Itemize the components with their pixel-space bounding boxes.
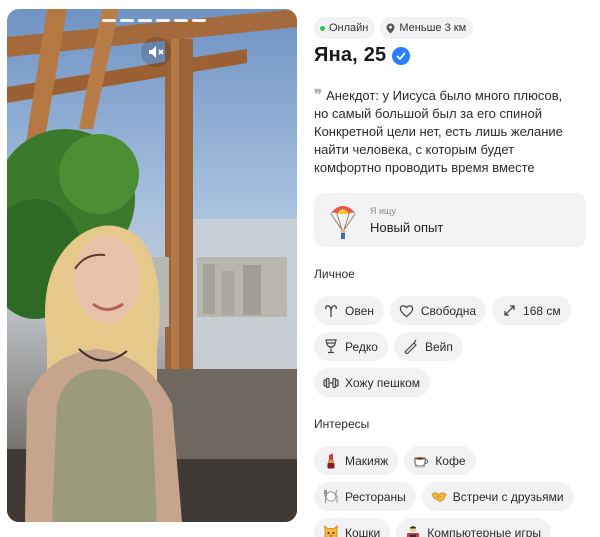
chip-label: Встречи с друзьями: [452, 489, 564, 504]
chip-label: Рестораны: [345, 489, 406, 504]
parachute-icon: [330, 206, 356, 239]
heart-icon: [399, 303, 415, 319]
bio-line: комфортно проводить время вместе: [314, 160, 535, 175]
name-row: Яна, 25: [314, 44, 411, 67]
chip-label: Хожу пешком: [345, 375, 421, 390]
profile-photo[interactable]: [7, 9, 297, 522]
wine-glass-icon: [323, 339, 339, 355]
chip-interest-friends[interactable]: Встречи с друзьями: [421, 482, 574, 511]
chip-sport[interactable]: Хожу пешком: [314, 368, 431, 397]
chip-label: 168 см: [523, 303, 561, 318]
online-label: Онлайн: [329, 22, 369, 34]
vape-icon: [403, 339, 419, 355]
chip-interest-makeup[interactable]: Макияж: [314, 446, 399, 475]
chip-alcohol[interactable]: Редко: [314, 332, 388, 361]
gamer-icon: [405, 525, 421, 537]
profile-bio: ❞ Анекдот: у Иисуса было много плюсов, но…: [314, 86, 596, 177]
bio-line: Анекдот: у Иисуса было много плюсов,: [326, 88, 563, 103]
chip-interest-coffee[interactable]: Кофе: [404, 446, 476, 475]
chip-label: Кошки: [345, 525, 381, 537]
chip-smoking[interactable]: Вейп: [393, 332, 463, 361]
story-progress: [102, 19, 206, 22]
chip-height[interactable]: 168 см: [492, 296, 571, 325]
interests-row-2: Рестораны Встречи с друзьями: [314, 482, 574, 511]
seeking-label: Я ищу: [370, 205, 397, 216]
bio-line: найти человека, с которым будет: [314, 142, 515, 157]
personal-section-title: Личное: [314, 267, 355, 281]
handshake-icon: [431, 489, 447, 505]
personal-row-2: Редко Вейп: [314, 332, 463, 361]
profile-name-age: Яна, 25: [314, 44, 387, 66]
bio-line: но самый большой был за его спиной: [314, 106, 542, 121]
mute-button[interactable]: [141, 37, 171, 67]
chip-relationship[interactable]: Свободна: [389, 296, 487, 325]
height-icon: [501, 303, 517, 319]
interests-row-3: Кошки Компьютерные игры: [314, 518, 551, 537]
online-dot-icon: [320, 25, 325, 31]
chip-label: Свободна: [420, 303, 477, 318]
personal-row-1: Овен Свободна 168 см: [314, 296, 571, 325]
distance-badge: Меньше 3 км: [380, 17, 474, 39]
seeking-value: Новый опыт: [370, 219, 444, 235]
cat-icon: [323, 525, 339, 537]
chip-interest-restaurants[interactable]: Рестораны: [314, 482, 416, 511]
lipstick-icon: [323, 453, 339, 469]
location-pin-icon: [386, 23, 395, 33]
quote-icon: ❞: [314, 86, 323, 104]
chip-label: Вейп: [424, 339, 453, 354]
online-badge: Онлайн: [314, 17, 376, 39]
seeking-card: Я ищу Новый опыт: [314, 193, 586, 247]
chip-interest-gaming[interactable]: Компьютерные игры: [396, 518, 551, 537]
aries-icon: [323, 303, 339, 319]
chip-label: Овен: [345, 303, 374, 318]
chip-interest-cats[interactable]: Кошки: [314, 518, 391, 537]
chip-zodiac[interactable]: Овен: [314, 296, 384, 325]
coffee-icon: [413, 453, 429, 469]
chip-label: Кофе: [435, 453, 466, 468]
status-row: Онлайн Меньше 3 км: [314, 17, 474, 39]
speaker-muted-icon: [149, 46, 164, 58]
dumbbell-icon: [323, 375, 339, 391]
personal-row-3: Хожу пешком: [314, 368, 431, 397]
photo-scene: [7, 9, 297, 522]
restaurant-icon: [323, 489, 339, 505]
distance-label: Меньше 3 км: [399, 22, 467, 34]
interests-row-1: Макияж Кофе: [314, 446, 476, 475]
interests-section-title: Интересы: [314, 417, 370, 431]
verified-icon: [392, 46, 411, 65]
chip-label: Компьютерные игры: [427, 525, 541, 537]
chip-label: Макияж: [345, 453, 389, 468]
bio-line: Конкретной цели нет, есть лишь желание: [314, 124, 563, 139]
chip-label: Редко: [345, 339, 378, 354]
